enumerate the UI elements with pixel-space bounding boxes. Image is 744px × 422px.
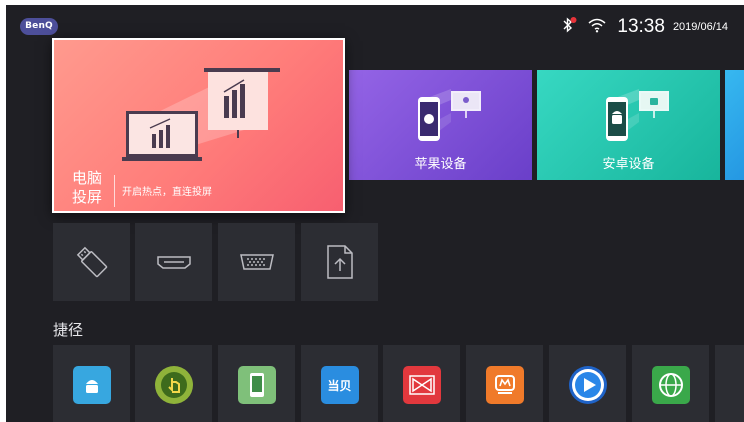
benq-logo: BenQ [20, 18, 58, 35]
play-app-icon [568, 366, 607, 404]
source-hdmi-tile[interactable] [135, 223, 212, 301]
source-vga-tile[interactable] [218, 223, 295, 301]
next-tile-partial[interactable] [725, 70, 744, 180]
android-app-icon [72, 366, 111, 404]
shortcut-touch-tile[interactable] [135, 345, 212, 422]
status-bar: 13:38 2019/06/14 [561, 13, 728, 41]
bowtie-app-icon [402, 366, 441, 404]
pc-cast-divider [114, 175, 115, 207]
date: 2019/06/14 [672, 21, 728, 33]
file-upload-icon [326, 245, 353, 279]
shortcut-bowtie-tile[interactable] [383, 345, 460, 422]
hdmi-icon [156, 256, 191, 269]
android-device-tile[interactable]: 安卓设备 [537, 70, 720, 180]
pc-cast-tile[interactable]: 电脑投屏 开启热点，直连投屏 [52, 38, 345, 213]
shortcut-play-tile[interactable] [549, 345, 626, 422]
apple-device-tile[interactable]: 苹果设备 [349, 70, 532, 180]
wifi-icon [587, 17, 607, 37]
source-usb-tile[interactable] [53, 223, 130, 301]
mgtv-app-icon [485, 366, 524, 404]
bluetooth-icon [561, 16, 577, 38]
source-file-tile[interactable] [301, 223, 378, 301]
browser-app-icon [651, 366, 690, 404]
tv-screen: BenQ 13:38 2019/06/14 苹果设备 安卓设备 电脑投屏 开启热… [6, 5, 744, 422]
shortcut-mgtv-tile[interactable] [466, 345, 543, 422]
shortcut-browser-tile[interactable] [632, 345, 709, 422]
apple-device-label: 苹果设备 [414, 157, 467, 172]
android-device-label: 安卓设备 [602, 157, 655, 172]
android-cast-icon [606, 89, 669, 141]
pc-cast-title: 电脑投屏 [72, 169, 103, 206]
usb-icon [76, 246, 107, 278]
pc-cast-subtitle: 开启热点，直连投屏 [122, 187, 212, 198]
dangbei-app-icon: 当贝 [320, 366, 359, 404]
shortcut-dangbei-tile[interactable]: 当贝 [301, 345, 378, 422]
vga-icon [239, 254, 274, 270]
shortcut-phone-tile[interactable] [218, 345, 295, 422]
shortcut-partial-tile[interactable] [715, 345, 744, 422]
pc-cast-illustration-icon [122, 68, 280, 161]
clock: 13:38 [617, 16, 665, 37]
phone-app-icon [237, 366, 276, 404]
apple-cast-icon [418, 89, 481, 141]
shortcut-section-title: 捷径 [53, 321, 84, 339]
shortcut-android-tile[interactable] [53, 345, 130, 422]
touch-app-icon [154, 366, 193, 404]
